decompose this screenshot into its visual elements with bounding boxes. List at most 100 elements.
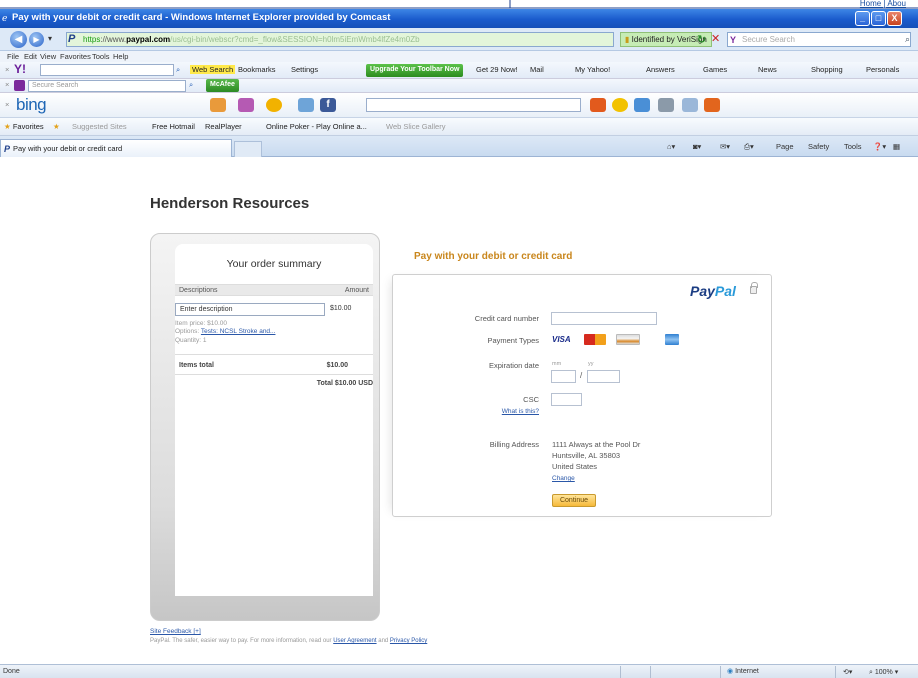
bing-search-input[interactable] xyxy=(366,98,581,112)
toolbar-close-icon[interactable]: × xyxy=(5,65,9,74)
exp-year-input[interactable] xyxy=(587,370,620,383)
exp-month-input[interactable] xyxy=(551,370,576,383)
cc-number-input[interactable] xyxy=(551,312,657,325)
summary-divider xyxy=(175,354,373,355)
add-favorites-icon[interactable]: ★ xyxy=(53,122,60,131)
search-magnifier-icon[interactable]: ⌕ xyxy=(905,34,910,45)
secure-search-icon xyxy=(14,80,25,91)
options-link[interactable]: Tests: NCSL Stroke and... xyxy=(201,328,276,335)
page-menu[interactable]: Page xyxy=(776,142,794,151)
free-hotmail-link[interactable]: Free Hotmail xyxy=(152,122,195,131)
secure-search-input[interactable]: Secure Search xyxy=(28,80,186,92)
bing-toolbar-close-icon[interactable]: × xyxy=(5,100,9,109)
zoom-level[interactable]: ⌕ 100% ▾ xyxy=(869,668,898,677)
mail-icon[interactable]: ✉▾ xyxy=(720,142,730,151)
online-poker-link[interactable]: Online Poker - Play Online a... xyxy=(266,122,367,131)
tab-pay-with-card[interactable]: P Pay with your debit or credit card xyxy=(0,139,232,157)
continue-button[interactable]: Continue xyxy=(552,494,596,507)
bing-smiley-icon[interactable] xyxy=(612,98,628,112)
search-input[interactable]: Y Secure Search xyxy=(727,32,911,47)
menu-help[interactable]: Help xyxy=(113,52,128,61)
bing-shop-icon[interactable] xyxy=(682,98,698,112)
minimize-button[interactable]: _ xyxy=(855,11,870,26)
visa-card-icon: VISA xyxy=(552,335,571,344)
footer-and: and xyxy=(378,638,389,644)
personals-button[interactable]: Personals xyxy=(866,65,899,74)
research-icon[interactable]: ▦ xyxy=(893,142,900,151)
upgrade-toolbar-button[interactable]: Upgrade Your Toolbar Now xyxy=(366,64,464,77)
privacy-policy-link[interactable]: Privacy Policy xyxy=(390,638,427,644)
forward-arrow-icon[interactable]: ▶ xyxy=(29,32,44,47)
bing-weather-icon[interactable] xyxy=(210,98,226,112)
feeds-icon[interactable]: ◙▾ xyxy=(693,142,701,151)
bing-maps-icon[interactable] xyxy=(238,98,254,112)
ie-icon: ℯ xyxy=(2,13,8,23)
home-about-links[interactable]: Home | Abou xyxy=(860,0,906,8)
mail-button[interactable]: Mail xyxy=(530,65,544,74)
address-input[interactable]: https://www.paypal.com/us/cgi-bin/webscr… xyxy=(66,32,614,47)
change-address-link[interactable]: Change xyxy=(552,475,575,482)
window-titlebar: ℯ Pay with your debit or credit card - W… xyxy=(0,9,918,28)
print-icon[interactable]: ⎙▾ xyxy=(744,142,754,152)
games-button[interactable]: Games xyxy=(703,65,727,74)
bing-travel-icon[interactable] xyxy=(298,98,314,112)
bing-logo[interactable]: bing xyxy=(16,95,47,115)
menu-file[interactable]: File xyxy=(7,52,19,61)
top-page-sliver: Home | Abou xyxy=(0,0,918,9)
security-zone[interactable]: ◉ Internet xyxy=(727,667,759,675)
help-icon[interactable]: ❓▾ xyxy=(873,142,886,151)
facebook-icon[interactable]: f xyxy=(320,98,336,112)
csc-input[interactable] xyxy=(551,393,582,406)
favorites-button[interactable]: ★ Favorites xyxy=(4,122,44,131)
settings-button[interactable]: Settings xyxy=(291,65,318,74)
page-edge-lines xyxy=(0,0,918,9)
my-yahoo-button[interactable]: My Yahoo! xyxy=(575,65,610,74)
back-arrow-icon[interactable]: ◀ xyxy=(10,31,27,48)
news-button[interactable]: News xyxy=(758,65,777,74)
bing-search-icon[interactable] xyxy=(590,98,606,112)
item-options: Options: Tests: NCSL Stroke and... xyxy=(175,328,275,335)
user-agreement-link[interactable]: User Agreement xyxy=(333,638,376,644)
bing-like-icon[interactable] xyxy=(634,98,650,112)
menu-tools[interactable]: Tools xyxy=(92,52,110,61)
web-search-button[interactable]: Web Search xyxy=(190,65,236,74)
yahoo-search-magnifier-icon[interactable]: ⌕ xyxy=(176,65,180,75)
menu-view[interactable]: View xyxy=(40,52,56,61)
bookmarks-button[interactable]: Bookmarks xyxy=(238,65,276,74)
stop-icon[interactable]: ✕ xyxy=(711,32,720,45)
protected-mode-icon[interactable]: ⟲▾ xyxy=(843,668,852,676)
csc-help-link[interactable]: What is this? xyxy=(493,408,539,415)
close-button[interactable]: X xyxy=(887,11,902,26)
refresh-icon[interactable]: ↻ xyxy=(697,33,706,46)
footer-text: PayPal. The safer, easier way to pay. Fo… xyxy=(150,638,427,644)
web-slice-gallery-link[interactable]: Web Slice Gallery xyxy=(386,122,445,131)
discover-card-icon xyxy=(616,334,640,345)
yahoo-logo-icon[interactable]: Y! xyxy=(14,62,26,76)
secure-lock-icon xyxy=(750,282,758,294)
secure-search-magnifier-icon[interactable]: ⌕ xyxy=(189,80,193,90)
answers-button[interactable]: Answers xyxy=(646,65,675,74)
bing-alert-icon[interactable] xyxy=(704,98,720,112)
home-icon[interactable]: ⌂▾ xyxy=(667,142,675,151)
shopping-button[interactable]: Shopping xyxy=(811,65,843,74)
mcafee-button[interactable]: McAfee xyxy=(206,79,239,92)
history-dropdown-icon[interactable]: ▾ xyxy=(48,34,52,43)
bing-games-icon[interactable] xyxy=(658,98,674,112)
suggested-sites-link[interactable]: Suggested Sites xyxy=(72,122,127,131)
yahoo-search-input[interactable] xyxy=(40,64,174,76)
toolbar2-close-icon[interactable]: × xyxy=(5,80,9,89)
safety-menu[interactable]: Safety xyxy=(808,142,829,151)
bing-news-icon[interactable] xyxy=(266,98,282,112)
site-feedback-link[interactable]: Site Feedback [+] xyxy=(150,628,201,635)
merchant-name: Henderson Resources xyxy=(150,195,310,212)
menu-favorites[interactable]: Favorites xyxy=(60,52,91,61)
description-input[interactable]: Enter description xyxy=(175,303,325,316)
realplayer-link[interactable]: RealPlayer xyxy=(205,122,242,131)
tools-menu[interactable]: Tools xyxy=(844,142,862,151)
menu-edit[interactable]: Edit xyxy=(24,52,37,61)
get-now-button[interactable]: Get 29 Now! xyxy=(476,65,518,74)
maximize-button[interactable]: □ xyxy=(871,11,886,26)
new-tab-button[interactable] xyxy=(234,141,262,157)
url-path: /us/cgi-bin/webscr?cmd=_flow&SESSION=h0l… xyxy=(170,35,420,44)
item-quantity: Quantity: 1 xyxy=(175,337,207,344)
